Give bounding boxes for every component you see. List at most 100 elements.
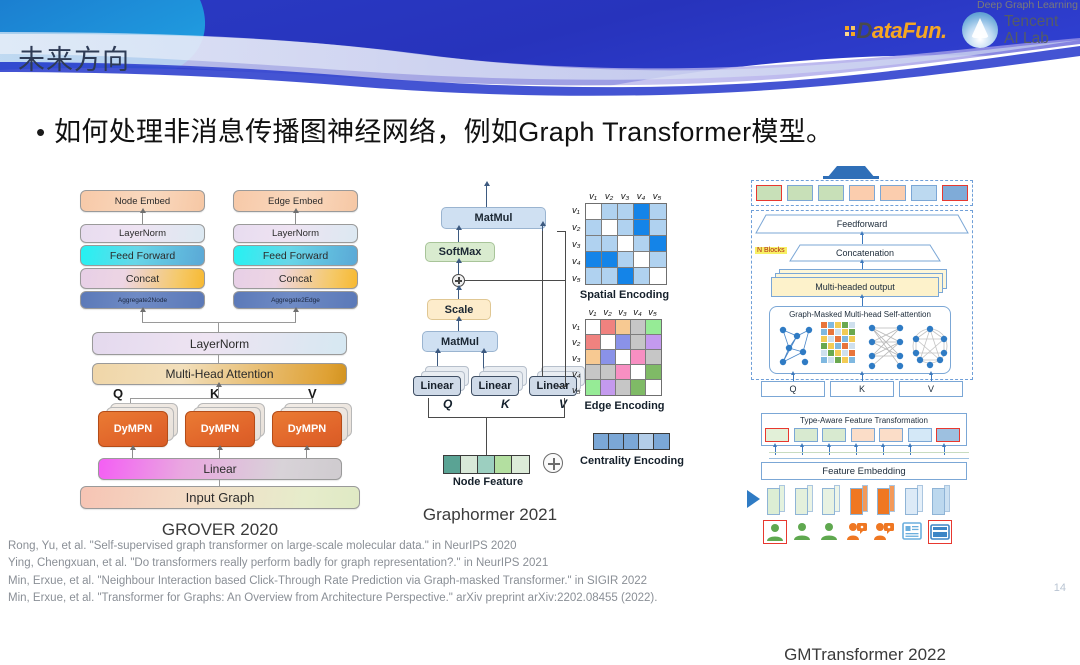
grover-concat-edge: Concat xyxy=(233,268,358,289)
gmt-tat-arrow-1 xyxy=(772,442,778,455)
matrix-cell xyxy=(646,365,661,380)
edge-row-label: v₃ xyxy=(572,353,581,364)
gmt-skip-line-blue xyxy=(769,458,969,459)
edge-col-label: v₄ xyxy=(633,307,642,318)
graphormer-linear-v: Linear xyxy=(529,376,577,396)
reference-line: Rong, Yu, et al. "Self-supervised graph … xyxy=(8,540,517,552)
graphormer-bracket-to-plus xyxy=(465,280,565,281)
tencent-ai-lab-mark-icon xyxy=(962,12,998,48)
gmt-output-chip xyxy=(880,185,906,201)
matrix-cell xyxy=(646,380,661,395)
matrix-cell xyxy=(650,252,666,268)
gmt-output-chip xyxy=(849,185,875,201)
gmt-graph-glyph-3-icon xyxy=(868,324,904,370)
centrality-encoding-bar xyxy=(593,433,670,450)
grover-qkv-bus xyxy=(130,398,312,399)
matrix-cell xyxy=(631,335,646,350)
grover-dympn-3: DyMPN xyxy=(272,411,342,447)
gmt-feature-bar xyxy=(767,485,787,515)
gmt-mask-heatmap-icon xyxy=(821,322,855,363)
matrix-cell xyxy=(601,320,616,335)
gmt-output-chip xyxy=(942,185,968,201)
matrix-cell xyxy=(602,268,618,284)
matrix-cell xyxy=(634,236,650,252)
gmt-output-head-icon xyxy=(823,166,879,179)
spatial-row-label: v₄ xyxy=(572,256,581,267)
edge-row-label: v₁ xyxy=(572,321,580,332)
matrix-cell xyxy=(601,365,616,380)
gmt-tat-arrow-3 xyxy=(826,442,832,455)
graphormer-v-arrow xyxy=(538,221,548,231)
graphormer-input-bus xyxy=(428,417,564,418)
bullet-text: 如何处理非消息传播图神经网络，例如Graph Transformer模型。 xyxy=(54,117,834,147)
edge-col-label: v₂ xyxy=(603,307,612,318)
matrix-cell xyxy=(618,252,634,268)
gmt-skip-line-green xyxy=(769,452,969,453)
matrix-cell xyxy=(601,335,616,350)
matrix-cell xyxy=(586,380,601,395)
datafun-letters-rest: ataFun. xyxy=(871,18,947,43)
gmt-concatenation-label: Concatenation xyxy=(835,248,895,258)
edge-encoding-matrix xyxy=(585,319,662,396)
matrix-cell xyxy=(602,220,618,236)
grover-conn-1 xyxy=(218,355,219,363)
spatial-row-label: v₃ xyxy=(572,239,581,250)
gmt-type-aware-chip xyxy=(822,428,846,442)
grover-linear: Linear xyxy=(98,458,342,480)
matrix-cell xyxy=(586,320,601,335)
matrix-cell xyxy=(602,252,618,268)
matrix-cell xyxy=(616,335,631,350)
grover-dympn-1: DyMPN xyxy=(98,411,168,447)
spatial-row-label: v₁ xyxy=(572,205,580,216)
grover-layernorm-node: LayerNorm xyxy=(80,224,205,243)
grover-feed-forward-edge: Feed Forward xyxy=(233,245,358,266)
gmt-type-aware-label: Type-Aware Feature Transformation xyxy=(800,415,928,425)
grover-input-graph: Input Graph xyxy=(80,486,360,509)
matrix-cell xyxy=(634,252,650,268)
matrix-cell xyxy=(602,204,618,220)
datafun-letter-d: D xyxy=(856,18,873,43)
reference-line: Min, Erxue, et al. "Transformer for Grap… xyxy=(8,592,658,605)
gmt-type-aware-chip xyxy=(879,428,903,442)
gmt-type-aware-chip xyxy=(936,428,960,442)
gmt-feature-bar xyxy=(904,485,925,515)
gmt-tat-arrow-5 xyxy=(880,442,886,455)
gmt-feature-bar xyxy=(932,485,952,515)
grover-concat-node: Concat xyxy=(80,268,205,289)
tencent-line-1: Tencent xyxy=(1004,12,1059,30)
gmt-feature-bar xyxy=(822,485,842,515)
gmt-type-aware-chip xyxy=(907,428,932,442)
graphormer-bus-v xyxy=(564,398,565,418)
graphormer-bracket-top xyxy=(557,231,566,232)
matrix-cell xyxy=(646,335,661,350)
spatial-encoding-matrix xyxy=(585,203,667,285)
matrix-cell xyxy=(631,320,646,335)
grover-dympn-2: DyMPN xyxy=(185,411,255,447)
gmt-k-label: K xyxy=(858,384,865,394)
gmt-output-chip xyxy=(756,185,782,201)
gmt-output-chip xyxy=(818,185,844,201)
grover-fanout-line xyxy=(142,322,296,323)
gmt-feature-bar xyxy=(794,485,815,515)
edge-col-label: v₅ xyxy=(648,307,657,318)
datafun-logo: DataFun. xyxy=(845,18,947,44)
gmt-tat-arrow-2 xyxy=(799,442,805,455)
matrix-cell xyxy=(646,350,661,365)
matrix-cell xyxy=(650,220,666,236)
grover-q-label: Q xyxy=(113,386,124,401)
figure-graphormer: MatMul SoftMax Scale MatMul Linear Linea… xyxy=(395,181,700,524)
gmt-output-chip xyxy=(787,185,813,201)
matrix-cell xyxy=(631,350,646,365)
matrix-cell xyxy=(618,236,634,252)
edge-row-label: v₅ xyxy=(572,385,581,396)
grover-feed-forward-node: Feed Forward xyxy=(80,245,205,266)
matrix-cell xyxy=(586,204,602,220)
grover-arrow-2 xyxy=(292,208,299,224)
graphormer-node-feature-label: Node Feature xyxy=(452,476,524,488)
grover-layernorm-edge: LayerNorm xyxy=(233,224,358,243)
grover-arrow-1 xyxy=(139,208,146,224)
figure-grover: Node Embed Edge Embed LayerNorm LayerNor… xyxy=(80,190,360,539)
matrix-cell xyxy=(586,365,601,380)
node-feature-cell xyxy=(461,456,478,473)
gmt-arrow-ff xyxy=(859,230,865,244)
